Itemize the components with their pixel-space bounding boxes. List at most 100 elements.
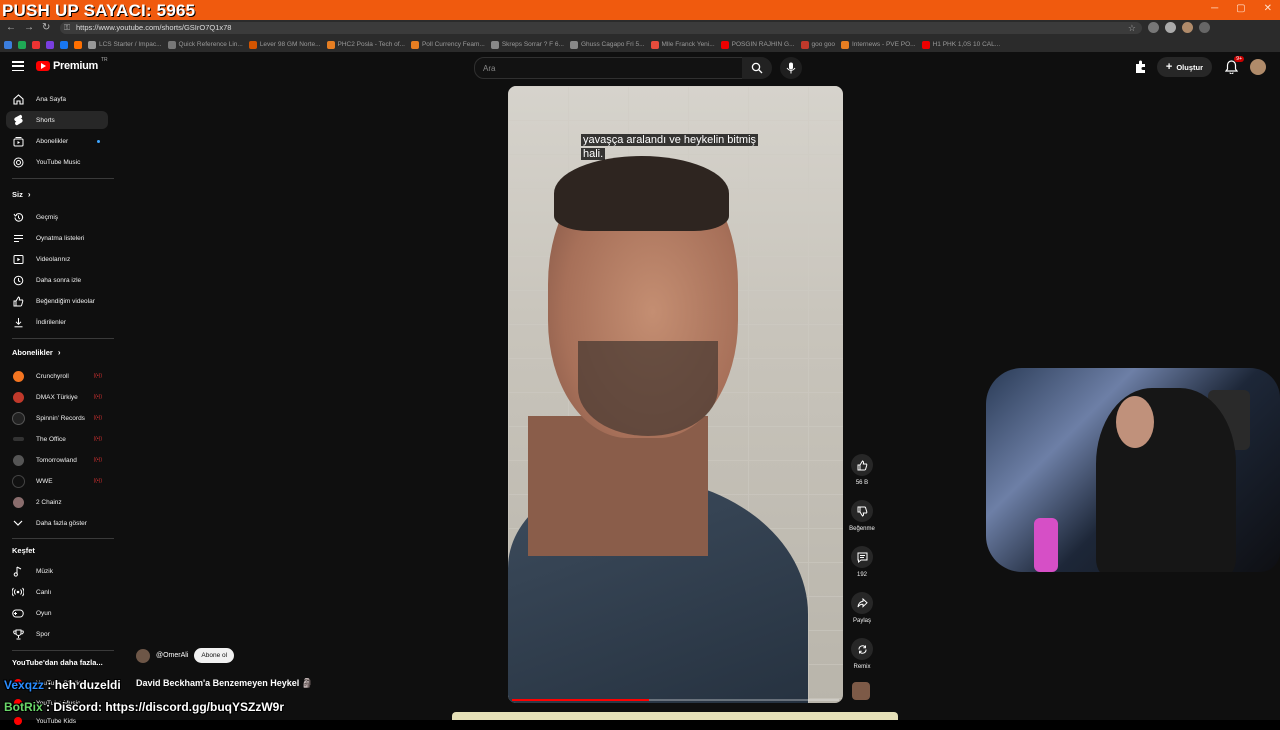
url-text: https://www.youtube.com/shorts/GSIrO7Q1x… [76, 23, 232, 32]
site-info-icon[interactable]: ⚿ [64, 22, 70, 34]
voice-search-button[interactable] [780, 57, 802, 79]
extension-icon[interactable] [1165, 22, 1176, 33]
nav-buttons: ← → ↻ [6, 22, 50, 33]
section-more-from-youtube: YouTube'dan daha fazla... [12, 658, 103, 667]
next-short-preview[interactable] [452, 712, 898, 720]
bookmark[interactable] [18, 40, 26, 49]
menu-icon[interactable] [1199, 22, 1210, 33]
channel-info: @OmerAli Abone ol [136, 648, 235, 663]
menu-icon[interactable] [12, 61, 24, 71]
shorts-icon [11, 113, 25, 127]
bookmark[interactable]: Ghuss Cagapo Fri 5... [569, 40, 645, 49]
reload-icon[interactable]: ↻ [42, 22, 50, 33]
channel-avatar [11, 411, 25, 425]
sidebar-item-youtube-kids[interactable]: YouTube Kids [6, 712, 108, 730]
search-button[interactable] [742, 57, 772, 79]
masthead: Premium TR + Oluştur 9+ [0, 52, 1280, 84]
video-subject-beard [578, 341, 718, 436]
sidebar-item-home[interactable]: Ana Sayfa [6, 90, 108, 108]
chevron-right-icon: › [57, 348, 61, 357]
trophy-icon [11, 627, 25, 641]
sidebar-channel-spinnin[interactable]: Spinnin' Records ((•)) [6, 409, 108, 427]
sidebar-item-playlists[interactable]: Oynatma listeleri [6, 229, 108, 247]
sidebar-item-sports[interactable]: Spor [6, 625, 108, 643]
bookmark[interactable]: Quick Reference Lin... [167, 40, 243, 49]
plus-icon: + [1165, 61, 1173, 73]
shorts-video-player[interactable]: yavaşça aralandı ve heykelin bitmiş hali… [508, 86, 843, 703]
avatar[interactable] [136, 648, 150, 663]
video-subject-hair [554, 156, 729, 231]
bookmark-star-icon[interactable]: ☆ [1128, 22, 1136, 34]
sidebar-channel-crunchyroll[interactable]: Crunchyroll ((•)) [6, 367, 108, 385]
sidebar-item-music[interactable]: Müzik [6, 562, 108, 580]
profile-icon[interactable] [1182, 22, 1193, 33]
sidebar-item-liked-videos[interactable]: Beğendiğim videolar [6, 292, 108, 310]
dislike-button[interactable]: Beğenme [846, 500, 878, 532]
sidebar-item-subscriptions[interactable]: Abonelikler [6, 132, 108, 150]
create-button[interactable]: + Oluştur [1156, 57, 1212, 77]
bookmark[interactable]: PHC2 Posla - Tech of... [326, 40, 405, 49]
extension-puzzle-icon[interactable] [1133, 60, 1147, 74]
back-icon[interactable]: ← [6, 22, 16, 33]
subscribe-button[interactable]: Abone ol [194, 648, 235, 663]
bookmark[interactable]: LCS Starter / Impac... [88, 40, 162, 49]
sidebar-channel-2-chainz[interactable]: 2 Chainz [6, 493, 108, 511]
sidebar-channel-tomorrowland[interactable]: Tomorrowland ((•)) [6, 451, 108, 469]
bookmark[interactable]: Mlle Franck Yeni... [650, 40, 715, 49]
avatar[interactable] [1250, 59, 1266, 75]
video-title[interactable]: David Beckham'a Benzemeyen Heykel 🗿 [136, 678, 313, 689]
notifications-button[interactable]: 9+ [1222, 56, 1244, 76]
sidebar-item-shorts[interactable]: Shorts [6, 111, 108, 129]
bookmark[interactable] [74, 40, 82, 49]
sidebar-channel-the-office[interactable]: The Office ((•)) [6, 430, 108, 448]
sidebar-item-youtube-music[interactable]: YouTube Music [6, 153, 108, 171]
share-button[interactable]: Paylaş [846, 592, 878, 624]
extension-icon[interactable] [1148, 22, 1159, 33]
channel-name[interactable]: @OmerAli [156, 652, 188, 659]
sidebar-item-live[interactable]: Canlı [6, 583, 108, 601]
bookmark[interactable]: H1 PHK 1,0S 10 CAL... [921, 40, 1000, 49]
live-indicator: ((•)) [93, 457, 102, 463]
section-subscriptions[interactable]: Abonelikler › [12, 348, 61, 357]
youtube-play-icon [36, 61, 50, 71]
sidebar-channel-dmax[interactable]: DMAX Türkiye ((•)) [6, 388, 108, 406]
forward-icon[interactable]: → [24, 22, 34, 33]
sidebar-item-watch-later[interactable]: Daha sonra izle [6, 271, 108, 289]
bookmark[interactable]: Poll Currency Feam... [410, 40, 485, 49]
comment-icon [857, 552, 867, 563]
sound-source-thumbnail[interactable] [852, 682, 870, 700]
sidebar-item-downloads[interactable]: İndirilenler [6, 313, 108, 331]
bookmark[interactable]: Skreps Sorrar ? F 6... [490, 40, 564, 49]
sidebar-item-your-videos[interactable]: Videolarınız [6, 250, 108, 268]
sidebar-channel-wwe[interactable]: WWE ((•)) [6, 472, 108, 490]
bookmark[interactable] [4, 40, 12, 49]
bookmark[interactable]: POSGIN RAJHIN G... [720, 40, 795, 49]
bookmark[interactable] [46, 40, 54, 49]
chevron-right-icon: › [27, 190, 31, 199]
like-count: 56 B [855, 480, 869, 486]
bookmark[interactable]: Lever 98 GM Norte... [248, 40, 321, 49]
bookmark[interactable]: Internews - PVE PO... [841, 40, 916, 49]
header-actions: + Oluştur 9+ [1133, 56, 1266, 77]
search-input[interactable] [475, 58, 723, 79]
mic-icon [786, 62, 796, 74]
like-button[interactable]: 56 B [846, 454, 878, 486]
close-icon[interactable]: ✕ [1264, 3, 1272, 14]
channel-avatar [12, 454, 24, 466]
sidebar-item-history[interactable]: Geçmiş [6, 208, 108, 226]
maximize-icon[interactable]: ▢ [1236, 3, 1245, 14]
section-you[interactable]: Siz › [12, 190, 31, 199]
youtube-logo[interactable]: Premium TR [36, 57, 108, 72]
show-more-button[interactable]: Daha fazla göster [6, 514, 108, 532]
bell-icon [1224, 60, 1238, 74]
sidebar-item-gaming[interactable]: Oyun [6, 604, 108, 622]
live-indicator: ((•)) [93, 436, 102, 442]
minimize-icon[interactable]: ─ [1211, 3, 1218, 14]
comments-button[interactable]: 192 [846, 546, 878, 578]
bookmark[interactable]: goo goo [800, 40, 835, 49]
video-progress-bar[interactable] [512, 699, 839, 701]
address-bar[interactable]: ⚿ https://www.youtube.com/shorts/GSIrO7Q… [60, 22, 1142, 34]
bookmark[interactable] [60, 40, 68, 49]
bookmark[interactable] [32, 40, 40, 49]
remix-button[interactable]: Remix [846, 638, 878, 670]
